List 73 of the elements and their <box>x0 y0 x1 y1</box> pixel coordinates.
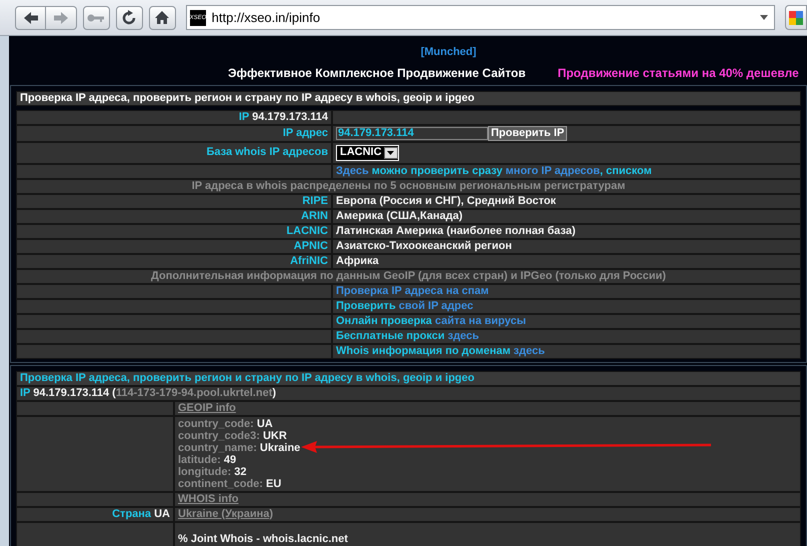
key-button[interactable] <box>83 6 110 30</box>
field-label: База whois IP адресов <box>206 146 328 158</box>
field-key: country_code: <box>178 418 257 430</box>
section-heading: Дополнительная информация по данным GeoIP (для всех стран) и IPGeo (только для России) <box>16 268 801 284</box>
search-engine-button[interactable] <box>785 5 807 30</box>
forward-arrow-icon <box>53 10 69 24</box>
cell-text: 94.179.173.114 <box>252 110 328 122</box>
dropdown-arrow-icon[interactable] <box>760 15 768 20</box>
whois-database-select[interactable]: LACNIC <box>336 144 399 160</box>
ip-input-field[interactable]: 94.179.173.114 <box>336 126 488 140</box>
cell-text: 94.179.173.114 ( <box>33 386 116 398</box>
dropdown-arrow-icon <box>387 150 394 154</box>
cell-text: Европа (Россия и СНГ), Средний Восток <box>336 194 556 206</box>
promo-link[interactable]: Продвижение статьями на 40% дешевле <box>558 64 799 82</box>
cell-text: Латинская Америка (наиболее полная база) <box>336 224 576 236</box>
whois-text: % Joint Whois - whois.lacnic.net <box>178 532 349 544</box>
cell-text: ARIN <box>301 210 328 222</box>
reload-icon <box>121 10 138 26</box>
field-value: EU <box>266 478 282 490</box>
panel-title: Проверка IP адреса, проверить регион и страну по IP адресу в whois, geoip и ipgeo <box>16 90 801 106</box>
cell-text: можно проверить сразу <box>370 164 504 176</box>
link[interactable]: здесь <box>444 330 480 342</box>
field-key: longitude: <box>178 466 234 478</box>
link[interactable]: много IP адресов <box>506 164 600 176</box>
cell-text: AfriNIC <box>290 254 328 266</box>
back-button[interactable] <box>15 6 46 30</box>
cell-text: , списком <box>600 164 652 176</box>
link[interactable]: GEOIP info <box>178 402 236 414</box>
cell-text: ) <box>272 386 276 398</box>
link[interactable]: Ukraine (Украина) <box>178 508 274 520</box>
link[interactable]: здесь <box>510 344 545 356</box>
cell-text: APNIC <box>294 240 328 252</box>
cell-text: RIPE <box>302 194 328 206</box>
field-label: IP адрес <box>282 126 328 138</box>
url-text: http://xseo.in/ipinfo <box>212 8 322 27</box>
field-value: 49 <box>224 454 236 466</box>
back-arrow-icon <box>22 10 38 24</box>
field-key: continent_code: <box>178 478 266 490</box>
reload-button[interactable] <box>116 6 143 30</box>
cell-text: LACNIC <box>286 224 328 236</box>
link[interactable]: Проверка IP адреса на спам <box>336 284 489 296</box>
link[interactable]: сайта на вирусы <box>432 314 526 326</box>
cell-text: 114-173-179-94.pool.ukrtel.net <box>116 386 272 398</box>
panel-title: Проверка IP адреса, проверить регион и страну по IP адресу в whois, geoip и ipgeo <box>16 370 801 386</box>
link[interactable]: Здесь <box>336 164 369 176</box>
cell-text: Онлайн проверка <box>336 314 432 326</box>
link[interactable]: свой IP адрес <box>396 300 474 312</box>
cell-text: Африка <box>336 254 379 266</box>
cell-text: IP <box>20 386 32 398</box>
cell-text: Бесплатные прокси <box>336 330 445 342</box>
cell-text: Азиатско-Тихоокеанский регион <box>336 240 512 252</box>
section-heading: IP адреса в whois распределены по 5 основным региональным регистратурам <box>16 178 801 194</box>
field-value: UKR <box>262 430 287 442</box>
field-value: UA <box>256 418 273 430</box>
check-ip-button[interactable]: Проверить IP <box>488 126 568 140</box>
field-value: 32 <box>234 466 246 478</box>
cell-text: Проверить <box>336 300 396 312</box>
site-title: Эффективное Комплексное Продвижение Сайтов <box>228 64 526 82</box>
cell-text: IP <box>238 110 250 122</box>
field-value: Ukraine <box>260 442 300 454</box>
cell-text: Whois информация по доменам <box>336 344 510 356</box>
colored-squares-icon <box>789 10 804 24</box>
cell-text: UA <box>154 508 170 520</box>
munched-link[interactable]: [Munched] <box>420 44 476 60</box>
cell-text: Америка (США,Канада) <box>336 210 463 222</box>
key-icon <box>87 12 106 22</box>
home-button[interactable] <box>148 6 176 30</box>
field-key: country_code3: <box>178 430 263 442</box>
cell-text: Страна <box>112 508 152 520</box>
field-key: latitude: <box>178 454 224 466</box>
link[interactable]: WHOIS info <box>178 492 238 504</box>
field-key: country_name: <box>178 442 260 454</box>
home-icon <box>154 10 170 25</box>
